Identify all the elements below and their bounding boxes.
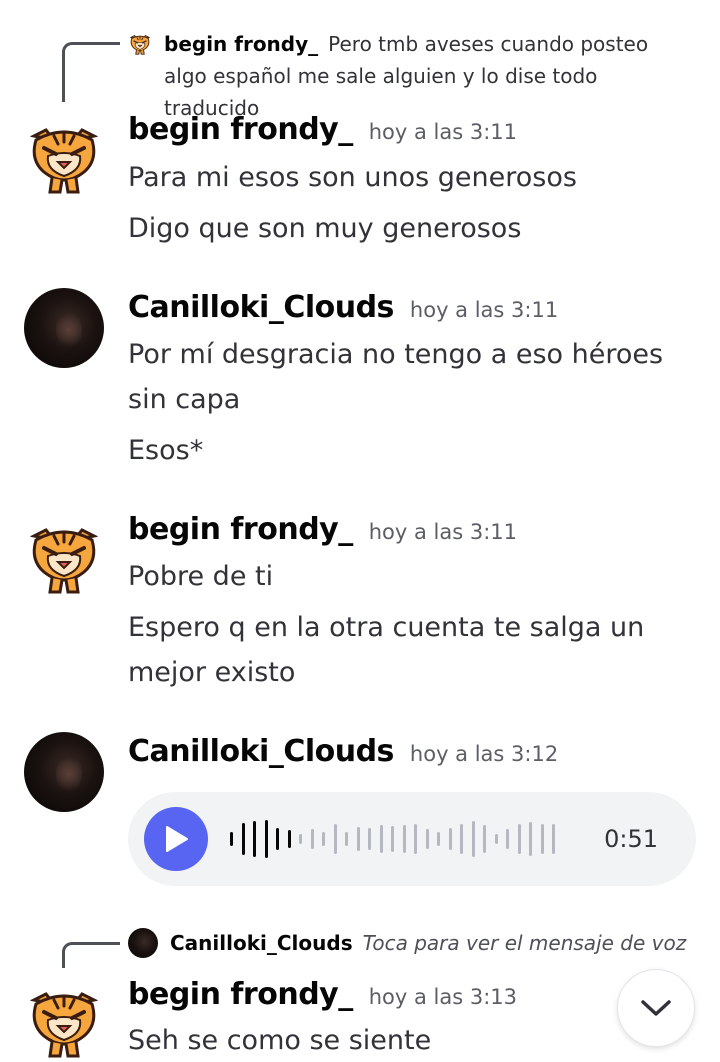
message-header: begin frondy_ hoy a las 3:13: [128, 977, 517, 1012]
reply-connector: [62, 942, 120, 968]
message-line: Seh se como se siente: [128, 1025, 432, 1056]
waveform-bar: [368, 828, 371, 850]
timestamp: hoy a las 3:13: [368, 985, 518, 1009]
reply-text: Toca para ver el mensaje de voz: [362, 931, 687, 955]
message-line: Para mi esos son unos generosos: [128, 162, 577, 193]
waveform-bar: [552, 824, 555, 854]
waveform-bar: [322, 832, 325, 846]
dark-avatar-icon[interactable]: [24, 288, 104, 368]
waveform-bar: [345, 832, 348, 846]
dark-avatar-icon: [128, 928, 158, 958]
timestamp: hoy a las 3:11: [368, 520, 518, 544]
author-name[interactable]: begin frondy_: [128, 977, 353, 1012]
waveform[interactable]: [230, 819, 564, 859]
waveform-bar: [529, 822, 532, 856]
tiger-avatar-icon[interactable]: [24, 982, 104, 1062]
author-name[interactable]: Canilloki_Clouds: [128, 734, 394, 769]
scroll-to-bottom-button[interactable]: [617, 969, 695, 1047]
message-line: Pobre de ti: [128, 561, 274, 592]
waveform-bar: [379, 825, 383, 853]
timestamp: hoy a las 3:11: [409, 298, 559, 322]
waveform-bar: [425, 829, 429, 849]
waveform-bar: [483, 825, 486, 853]
chevron-down-icon: [641, 1000, 671, 1016]
waveform-bar: [517, 824, 521, 854]
waveform-bar: [494, 834, 498, 844]
waveform-bar: [391, 826, 394, 852]
waveform-bar: [310, 829, 314, 849]
tiger-avatar-icon[interactable]: [24, 518, 104, 598]
waveform-bar: [276, 828, 279, 850]
message-header: begin frondy_ hoy a las 3:11: [128, 512, 517, 547]
timestamp: hoy a las 3:11: [368, 120, 518, 144]
waveform-bar: [460, 824, 463, 854]
waveform-bar: [402, 825, 406, 853]
waveform-bar: [241, 823, 245, 855]
waveform-bar: [333, 824, 337, 854]
tiger-avatar-icon[interactable]: [24, 118, 104, 198]
reply-preview[interactable]: Canilloki_Clouds Toca para ver el mensaj…: [128, 927, 686, 959]
waveform-bar: [253, 821, 256, 857]
tiger-avatar-icon: [128, 32, 152, 56]
waveform-bar: [230, 832, 233, 846]
waveform-bar: [471, 821, 475, 857]
reply-preview[interactable]: begin frondy_ Pero tmb aveses cuando post…: [128, 28, 688, 124]
waveform-bar: [437, 832, 440, 846]
reply-author[interactable]: Canilloki_Clouds: [170, 927, 353, 959]
reply-connector: [62, 42, 120, 102]
waveform-bar: [299, 834, 302, 844]
waveform-bar: [506, 829, 509, 849]
author-name[interactable]: begin frondy_: [128, 512, 353, 547]
reply-author[interactable]: begin frondy_: [164, 32, 318, 56]
author-name[interactable]: Canilloki_Clouds: [128, 290, 394, 325]
play-button[interactable]: [144, 807, 208, 871]
message-line: Espero q en la otra cuenta te salga un m…: [128, 612, 645, 688]
message-header: Canilloki_Clouds hoy a las 3:12: [128, 734, 558, 769]
message-line: Digo que son muy generosos: [128, 213, 522, 244]
voice-duration: 0:51: [604, 825, 658, 853]
voice-message[interactable]: 0:51: [128, 792, 696, 886]
waveform-bar: [414, 824, 417, 854]
waveform-bar: [287, 830, 291, 848]
timestamp: hoy a las 3:12: [409, 742, 559, 766]
waveform-bar: [448, 828, 452, 850]
message-line: Esos*: [128, 435, 204, 466]
waveform-bar: [356, 827, 360, 851]
message-header: begin frondy_ hoy a las 3:11: [128, 112, 517, 147]
message-line: Por mí desgracia no tengo a eso héroes s…: [128, 339, 664, 415]
play-icon: [166, 826, 188, 852]
message-header: Canilloki_Clouds hoy a las 3:11: [128, 290, 558, 325]
waveform-bar: [264, 820, 268, 858]
dark-avatar-icon[interactable]: [24, 732, 104, 812]
author-name[interactable]: begin frondy_: [128, 112, 353, 147]
waveform-bar: [540, 824, 544, 854]
